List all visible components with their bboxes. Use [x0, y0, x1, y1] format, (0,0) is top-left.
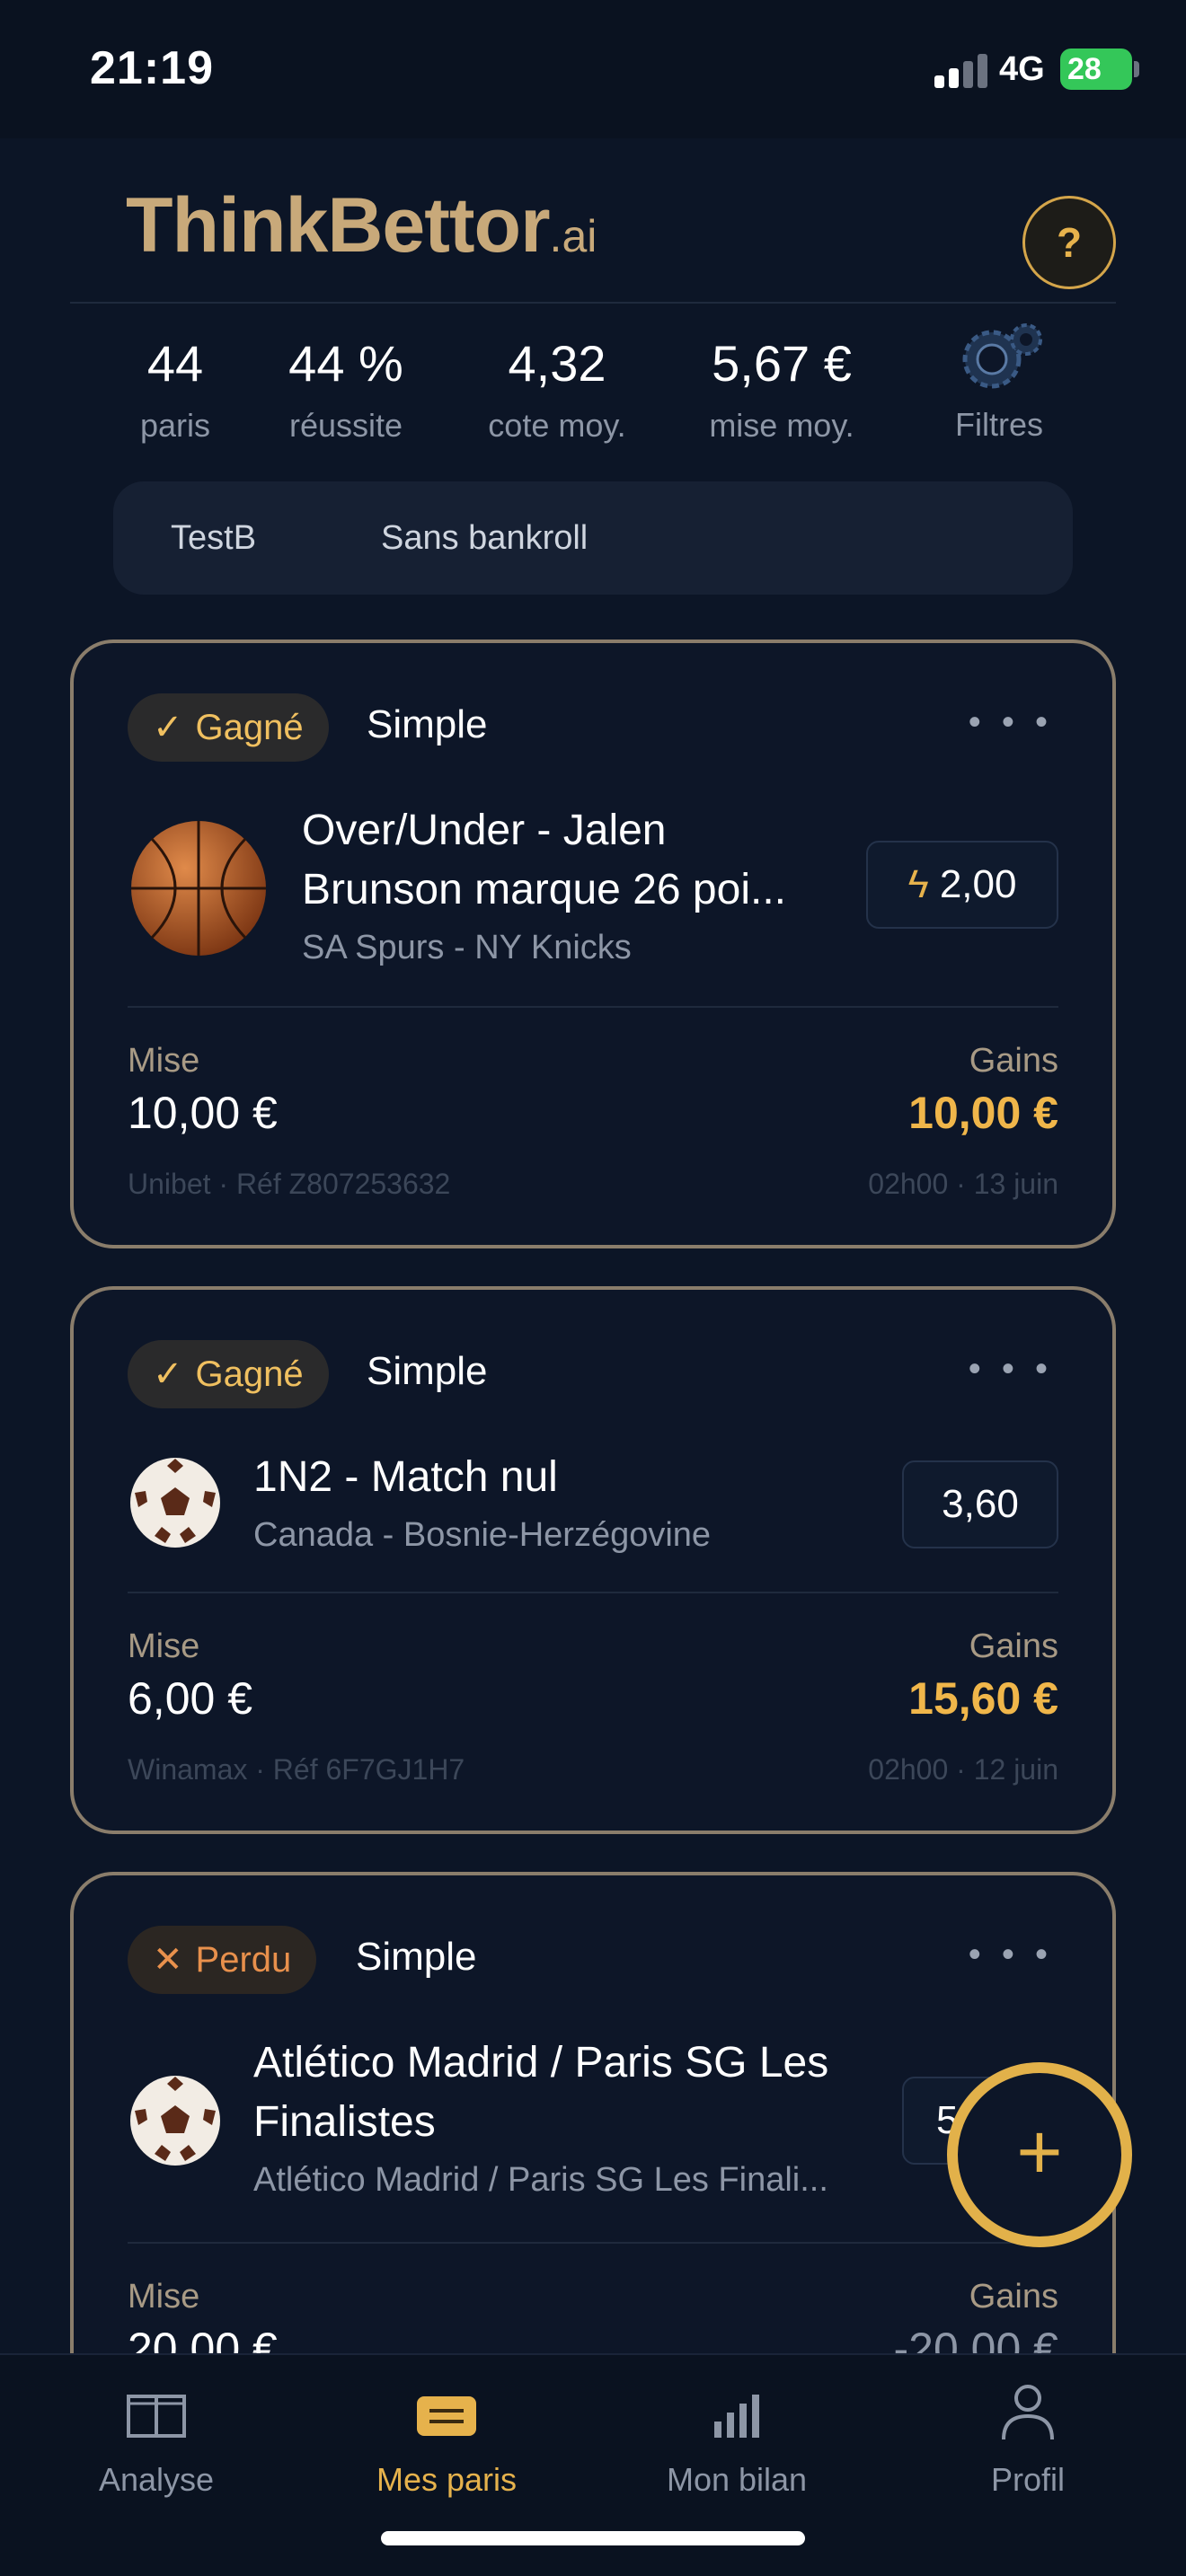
status-badge: ✓ Gagné: [128, 1340, 329, 1408]
gain-label: Gains: [969, 2278, 1058, 2316]
gain-amount: 15,60 €: [908, 1673, 1058, 1724]
stat-value: 5,67 €: [712, 335, 852, 392]
help-button[interactable]: ?: [1022, 196, 1116, 289]
bet-card[interactable]: ✓ Gagné Simple • • • 1N2 - Match nul Cana…: [70, 1286, 1116, 1834]
stat-label: mise moy.: [709, 407, 854, 444]
bet-title-line: 1N2 - Match nul: [253, 1453, 558, 1501]
bet-type: Simple: [367, 1349, 488, 1393]
gain-label: Gains: [969, 1042, 1058, 1080]
bet-title-line: Brunson marque 26 poi...: [302, 866, 786, 913]
stat-value: 44 %: [288, 335, 403, 392]
bet-card[interactable]: ✓ Gagné Simple • • • Over/Under - Jalen B…: [70, 640, 1116, 1248]
tab-testb[interactable]: TestB: [171, 519, 256, 558]
signal-icon: [934, 52, 990, 88]
battery-tip: [1134, 61, 1139, 77]
stat-label: réussite: [288, 407, 403, 444]
check-icon: ✓: [153, 1354, 183, 1394]
stat-value: 44: [146, 335, 204, 392]
bet-title: Atlético Madrid / Paris SG Les Finaliste…: [253, 2033, 936, 2152]
status-time: 21:19: [90, 42, 214, 94]
bet-match: Atlético Madrid / Paris SG Les Finali...: [253, 2161, 828, 2199]
bar-chart-icon: [714, 2395, 759, 2438]
nav-label: Mon bilan: [666, 2461, 808, 2498]
bet-type: Simple: [356, 1935, 477, 1979]
odds-value: 3,60: [942, 1482, 1019, 1526]
battery-level: 28: [1067, 52, 1102, 86]
stat-value: 4,32: [508, 335, 606, 392]
odds-value: 2,00: [939, 862, 1017, 906]
bet-reference: Winamax · Réf 6F7GJ1H7: [128, 1753, 465, 1786]
stat-avg-stake: 5,67 € mise moy.: [692, 334, 872, 445]
nav-label: Mes paris: [376, 2461, 518, 2498]
card-divider: [128, 1592, 1058, 1593]
bet-date: 02h00 · 12 juin: [868, 1753, 1058, 1786]
home-indicator: [381, 2531, 805, 2545]
bet-title: 1N2 - Match nul: [253, 1448, 846, 1507]
close-icon: ✕: [153, 1940, 183, 1980]
stat-success: 44 % réussite: [270, 334, 422, 445]
stat-label: paris: [139, 407, 211, 444]
book-icon: [127, 2395, 186, 2438]
gain-amount: 10,00 €: [908, 1088, 1058, 1138]
status-label: Gagné: [195, 708, 304, 747]
soccer-ball-icon: [130, 1458, 220, 1548]
bet-title-line: Atlético Madrid / Paris SG Les: [253, 2039, 829, 2086]
more-options-icon[interactable]: • • •: [969, 1349, 1053, 1389]
bet-type: Simple: [367, 702, 488, 746]
bankroll-tabs: TestB Sans bankroll: [113, 481, 1073, 595]
stake-label: Mise: [128, 1628, 200, 1665]
stat-label: cote moy.: [488, 407, 626, 444]
nav-label: Analyse: [98, 2461, 215, 2498]
stake-amount: 10,00 €: [128, 1088, 278, 1138]
filters-label: Filtres: [955, 406, 1043, 443]
basketball-icon: [131, 821, 266, 956]
nav-mes-paris[interactable]: Mes paris: [339, 2391, 554, 2499]
battery-icon: 28: [1060, 49, 1132, 90]
bet-reference: Unibet · Réf Z807253632: [128, 1168, 451, 1200]
status-badge: ✓ Gagné: [128, 693, 329, 762]
bet-match: SA Spurs - NY Knicks: [302, 929, 632, 966]
status-label: Gagné: [195, 1354, 304, 1394]
more-options-icon[interactable]: • • •: [969, 1935, 1053, 1975]
stake-label: Mise: [128, 2278, 200, 2316]
brand-logo: ThinkBettor.ai: [126, 181, 597, 270]
boost-bolt-icon: ϟ: [907, 862, 929, 906]
odds-box: 3,60: [902, 1460, 1058, 1548]
brand-name: ThinkBettor: [126, 182, 551, 269]
header-divider: [70, 302, 1116, 304]
bet-match: Canada - Bosnie-Herzégovine: [253, 1516, 712, 1554]
stat-avg-odds: 4,32 cote moy.: [467, 334, 647, 445]
nav-profil[interactable]: Profil: [920, 2385, 1136, 2499]
more-options-icon[interactable]: • • •: [969, 702, 1053, 743]
status-bar: 21:19 4G 28: [0, 0, 1186, 138]
card-divider: [128, 2242, 1058, 2244]
stat-bets: 44 paris: [133, 334, 217, 445]
nav-label: Profil: [990, 2461, 1066, 2498]
brand-suffix: .ai: [549, 211, 597, 261]
stake-amount: 6,00 €: [128, 1673, 253, 1724]
network-type: 4G: [999, 50, 1045, 88]
ticket-icon: [417, 2396, 476, 2436]
tab-sans-bankroll[interactable]: Sans bankroll: [381, 519, 588, 558]
add-bet-button[interactable]: +: [947, 2062, 1132, 2247]
check-icon: ✓: [153, 708, 183, 747]
bet-date: 02h00 · 13 juin: [868, 1168, 1058, 1200]
status-badge: ✕ Perdu: [128, 1926, 317, 1994]
status-label: Perdu: [195, 1940, 292, 1980]
nav-analyse[interactable]: Analyse: [49, 2391, 264, 2499]
bet-title-line: Over/Under - Jalen: [302, 807, 667, 854]
filters-label-wrap: Filtres: [934, 406, 1064, 444]
nav-mon-bilan[interactable]: Mon bilan: [629, 2391, 845, 2499]
gears-icon: [962, 323, 1042, 389]
soccer-ball-icon: [130, 2076, 220, 2166]
person-icon: [1002, 2385, 1054, 2440]
stake-label: Mise: [128, 1042, 200, 1080]
card-divider: [128, 1006, 1058, 1008]
bet-title: Over/Under - Jalen Brunson marque 26 poi…: [302, 801, 859, 920]
bet-title-line: Finalistes: [253, 2098, 436, 2146]
gain-label: Gains: [969, 1628, 1058, 1665]
odds-box: ϟ 2,00: [866, 841, 1058, 929]
